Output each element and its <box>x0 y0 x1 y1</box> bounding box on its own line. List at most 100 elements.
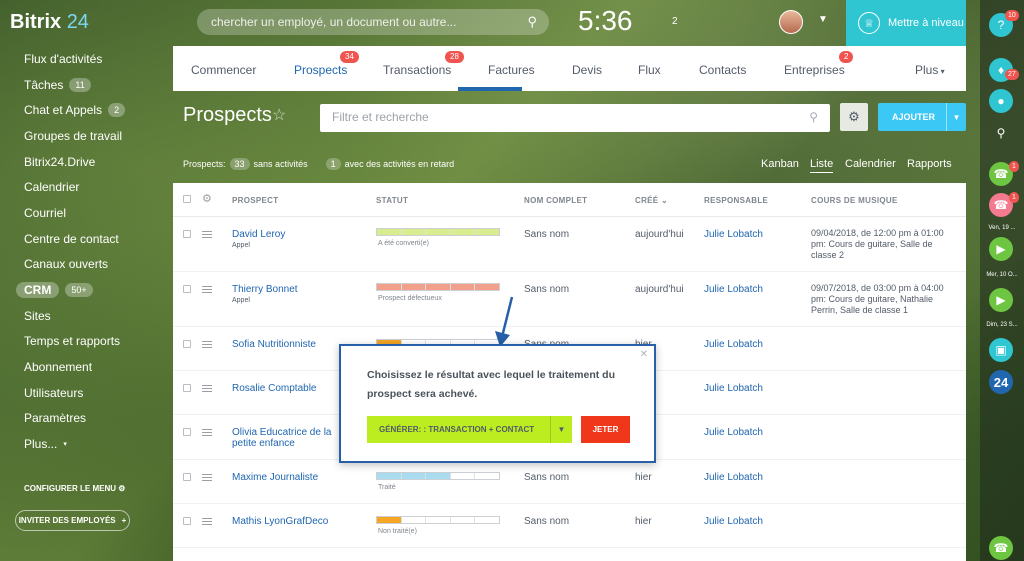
status-segment[interactable] <box>377 284 402 290</box>
status-segment[interactable] <box>450 284 476 290</box>
sidebar-item[interactable]: Groupes de travail <box>0 123 172 149</box>
sidebar-item[interactable]: Flux d'activités <box>0 46 172 72</box>
settings-button[interactable]: ⚙ <box>840 103 868 131</box>
table-row[interactable]: David Leroy Appel A été converti(e) Sans no… <box>173 217 966 272</box>
megaphone-icon[interactable]: ▶ <box>989 288 1013 312</box>
close-icon[interactable]: ✕ <box>640 349 648 360</box>
tab-devis[interactable]: Devis <box>572 63 602 77</box>
sidebar-item[interactable]: Tâches 11 <box>0 72 172 98</box>
gear-icon[interactable]: ⚙ <box>202 192 212 205</box>
sidebar-item[interactable]: Temps et rapports <box>0 329 172 355</box>
status-bar[interactable] <box>376 283 500 291</box>
menu-icon[interactable] <box>202 385 212 392</box>
menu-icon[interactable] <box>202 341 212 348</box>
menu-icon[interactable] <box>202 231 212 238</box>
upgrade-button[interactable]: ♕ Mettre à niveau <box>846 0 966 46</box>
prospect-name-link[interactable]: David Leroy <box>232 229 285 240</box>
status-segment[interactable] <box>450 229 476 235</box>
column-header-full-name[interactable]: NOM COMPLET <box>524 196 587 205</box>
status-segment[interactable] <box>402 517 427 523</box>
view-reports[interactable]: Rapports <box>907 158 952 170</box>
table-row[interactable]: Maxime Journaliste Traité Sans nom hier Juli… <box>173 460 966 504</box>
user-avatar[interactable] <box>779 10 803 34</box>
responsible-link[interactable]: Julie Lobatch <box>704 516 763 527</box>
invite-employees-button[interactable]: INVITER DES EMPLOYÉS + <box>15 510 130 531</box>
prospect-name-link[interactable]: Mathis LyonGrafDeco <box>232 516 328 527</box>
tab-flux[interactable]: Flux <box>638 63 661 77</box>
status-bar[interactable] <box>376 228 500 236</box>
status-segment[interactable] <box>475 284 499 290</box>
status-segment[interactable] <box>451 473 476 479</box>
responsible-link[interactable]: Julie Lobatch <box>704 383 763 394</box>
prospect-name-link[interactable]: Rosalie Comptable <box>232 383 317 394</box>
sidebar-item[interactable]: Plus... ▾ <box>0 431 172 457</box>
clock[interactable]: 5:36 <box>578 5 633 37</box>
chevron-down-icon[interactable]: ▼ <box>818 14 828 25</box>
tab-commencer[interactable]: Commencer <box>191 63 256 77</box>
status-segment[interactable] <box>475 517 499 523</box>
status-segment[interactable] <box>475 473 499 479</box>
status-segment[interactable] <box>377 473 402 479</box>
tab-entreprises[interactable]: Entreprises <box>784 63 845 77</box>
sidebar-item[interactable]: CRM 50+ <box>0 277 172 303</box>
column-header-status[interactable]: STATUT <box>376 196 408 205</box>
status-bar[interactable] <box>376 516 500 524</box>
responsible-link[interactable]: Julie Lobatch <box>704 339 763 350</box>
row-checkbox[interactable] <box>183 517 191 525</box>
screen-icon[interactable]: ▣ <box>989 338 1013 362</box>
status-segment[interactable] <box>377 229 402 235</box>
counter-badge[interactable]: 33 <box>229 158 250 170</box>
chat-icon[interactable]: ● <box>989 89 1013 113</box>
status-segment[interactable] <box>377 517 402 523</box>
sidebar-item[interactable]: Calendrier <box>0 174 172 200</box>
tab-contacts[interactable]: Contacts <box>699 63 746 77</box>
row-checkbox[interactable] <box>183 384 191 392</box>
sidebar-item[interactable]: Bitrix24.Drive <box>0 149 172 175</box>
row-checkbox[interactable] <box>183 340 191 348</box>
row-checkbox[interactable] <box>183 473 191 481</box>
row-checkbox[interactable] <box>183 230 191 238</box>
status-segment[interactable] <box>401 284 427 290</box>
sidebar-item[interactable]: Chat et Appels 2 <box>0 97 172 123</box>
menu-icon[interactable] <box>202 286 212 293</box>
status-segment[interactable] <box>426 517 451 523</box>
row-checkbox[interactable] <box>183 428 191 436</box>
column-header-prospect[interactable]: PROSPECT <box>232 196 278 205</box>
status-bar[interactable] <box>376 472 500 480</box>
table-row[interactable]: Mathis LyonGrafDeco Non traité(e) Sans nom… <box>173 504 966 548</box>
calendar-day[interactable]: 24 <box>989 370 1013 394</box>
select-all-checkbox[interactable] <box>183 195 191 203</box>
prospect-name-link[interactable]: Olivia Educatrice de la petite enfance <box>232 427 340 449</box>
chevron-down-icon[interactable]: ▼ <box>946 103 966 131</box>
menu-icon[interactable] <box>202 518 212 525</box>
column-header-created[interactable]: CRÉÉ ⌄ <box>635 196 668 205</box>
responsible-link[interactable]: Julie Lobatch <box>704 427 763 438</box>
sidebar-item[interactable]: Paramètres <box>0 406 172 432</box>
row-checkbox[interactable] <box>183 285 191 293</box>
responsible-link[interactable]: Julie Lobatch <box>704 284 763 295</box>
discard-button[interactable]: JETER <box>581 416 630 443</box>
tab-factures[interactable]: Factures <box>488 63 535 77</box>
view-calendar[interactable]: Calendrier <box>845 158 896 170</box>
menu-icon[interactable] <box>202 429 212 436</box>
counter-badge[interactable]: 1 <box>325 158 341 170</box>
filter-search-input[interactable]: Filtre et recherche ⚲ <box>320 104 830 132</box>
add-button[interactable]: AJOUTER ▼ <box>878 103 966 131</box>
tab-prospects[interactable]: Prospects <box>294 63 347 77</box>
status-segment[interactable] <box>426 229 451 235</box>
prospect-name-link[interactable]: Maxime Journaliste <box>232 472 318 483</box>
star-icon[interactable]: ☆ <box>272 105 286 125</box>
view-list[interactable]: Liste <box>810 158 834 173</box>
view-kanban[interactable]: Kanban <box>761 158 799 170</box>
status-segment[interactable] <box>401 229 427 235</box>
menu-icon[interactable] <box>202 474 212 481</box>
responsible-link[interactable]: Julie Lobatch <box>704 229 763 240</box>
sidebar-item[interactable]: Utilisateurs <box>0 380 172 406</box>
sidebar-item[interactable]: Centre de contact <box>0 226 172 252</box>
megaphone-icon[interactable]: ▶ <box>989 237 1013 261</box>
sidebar-item[interactable]: Abonnement <box>0 354 172 380</box>
sidebar-item[interactable]: Sites <box>0 303 172 329</box>
sidebar-item[interactable]: Canaux ouverts <box>0 252 172 278</box>
prospect-name-link[interactable]: Thierry Bonnet <box>232 284 298 295</box>
configure-menu-button[interactable]: CONFIGURER LE MENU ⚙ <box>24 484 125 493</box>
